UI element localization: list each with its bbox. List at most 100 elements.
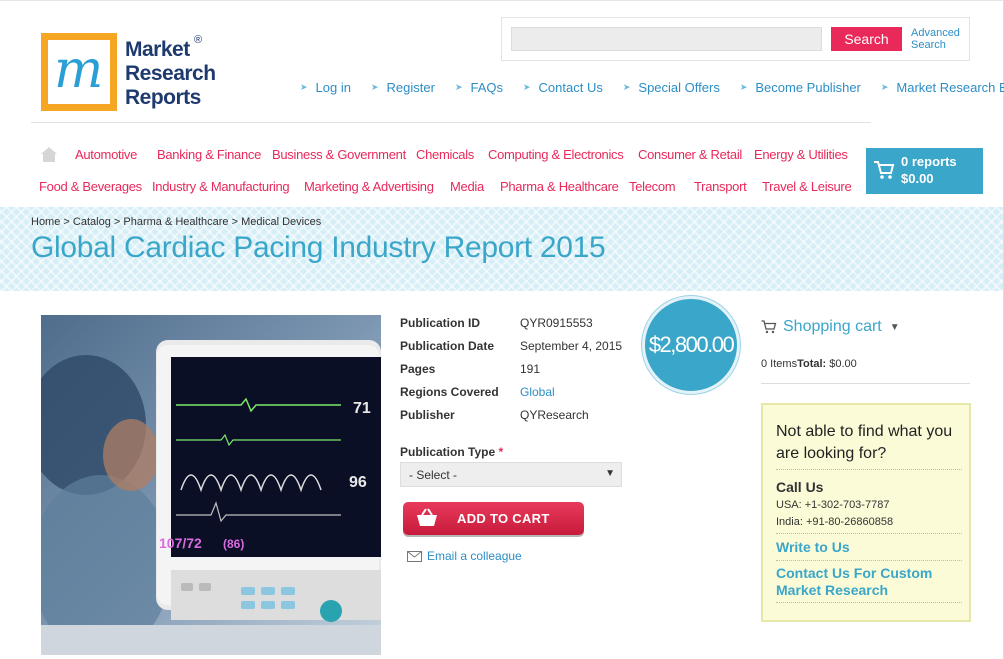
logo-mark: m (41, 33, 117, 111)
advanced-search-link[interactable]: Advanced Search (911, 27, 969, 51)
dropdown-arrow-icon: ▼ (605, 468, 615, 479)
register-link[interactable]: ➤ Register (371, 80, 435, 95)
divider (776, 602, 962, 603)
envelope-icon (407, 550, 422, 562)
detail-label: Publication Date (400, 339, 495, 353)
custom-research-link[interactable]: Contact Us For Custom Market Research (776, 565, 966, 599)
link-label: FAQs (470, 80, 503, 95)
breadcrumb-medical-devices[interactable]: Medical Devices (241, 216, 321, 228)
category-consumer-retail[interactable]: Consumer & Retail (638, 147, 742, 162)
arrow-icon: ➤ (880, 82, 889, 92)
search-button[interactable]: Search (831, 27, 902, 51)
arrow-icon: ➤ (523, 82, 531, 92)
detail-label: Pages (400, 362, 436, 376)
category-marketing-advertising[interactable]: Marketing & Advertising (304, 179, 434, 194)
product-image: 71 96 107/72 (86) (41, 315, 381, 655)
mini-cart[interactable]: 0 reports $0.00 (866, 148, 983, 194)
breadcrumb-home[interactable]: Home (31, 216, 60, 228)
cart-total-label: Total: (797, 358, 827, 370)
logo-wordmark: Market Research Reports (125, 38, 216, 110)
email-colleague-link[interactable]: Email a colleague (407, 549, 522, 563)
divider (761, 383, 970, 384)
detail-value: QYResearch (520, 408, 589, 422)
category-food-beverages[interactable]: Food & Beverages (39, 179, 142, 194)
help-box: Not able to find what you are looking fo… (761, 403, 971, 622)
cart-summary: 0 ItemsTotal: $0.00 (761, 358, 857, 370)
monitor-map: (86) (223, 537, 244, 551)
category-pharma-healthcare[interactable]: Pharma & Healthcare (500, 179, 619, 194)
mini-cart-count: 0 reports (901, 154, 957, 169)
chevron-down-icon: ▼ (889, 321, 900, 333)
breadcrumb-separator: > (63, 216, 70, 228)
publication-type-select[interactable]: - Select - ▼ (400, 462, 622, 487)
cart-icon (761, 320, 777, 334)
special-offers-link[interactable]: ➤ Special Offers (623, 80, 720, 95)
home-icon[interactable] (40, 146, 58, 163)
category-industry-manufacturing[interactable]: Industry & Manufacturing (152, 179, 290, 194)
cart-icon (874, 161, 895, 179)
logo-letter: m (54, 40, 104, 100)
breadcrumb-separator: > (113, 216, 121, 228)
link-label: Contact Us (538, 80, 603, 95)
header-divider (31, 122, 871, 123)
site-logo[interactable]: m Market Research Reports ® (41, 33, 221, 115)
category-business-government[interactable]: Business & Government (272, 147, 406, 162)
blog-link[interactable]: ➤ Market Research Blog (881, 80, 1004, 95)
detail-label: Publication ID (400, 316, 481, 330)
region-link[interactable]: Global (520, 385, 555, 399)
detail-value: 191 (520, 362, 541, 376)
cart-total-value: $0.00 (829, 358, 857, 370)
divider (776, 533, 962, 534)
faqs-link[interactable]: ➤ FAQs (455, 80, 503, 95)
become-publisher-link[interactable]: ➤ Become Publisher (740, 80, 861, 95)
category-automotive[interactable]: Automotive (75, 147, 137, 162)
basket-icon (417, 508, 437, 526)
cart-items-count: 0 Items (761, 358, 798, 370)
breadcrumb: Home > Catalog > Pharma & Healthcare > M… (31, 216, 321, 228)
category-computing-electronics[interactable]: Computing & Electronics (488, 147, 624, 162)
arrow-icon: ➤ (300, 82, 308, 92)
button-label: ADD TO CART (457, 511, 550, 526)
category-banking-finance[interactable]: Banking & Finance (157, 147, 261, 162)
select-value: - Select - (409, 468, 458, 482)
category-transport[interactable]: Transport (694, 179, 747, 194)
cart-title-text: Shopping cart (783, 318, 882, 335)
arrow-icon: ➤ (622, 82, 631, 92)
call-us-heading: Call Us (776, 479, 824, 495)
breadcrumb-pharma[interactable]: Pharma & Healthcare (123, 216, 228, 228)
shopping-cart-title[interactable]: Shopping cart ▼ (761, 318, 900, 336)
monitor-bp: 107/72 (159, 535, 202, 551)
monitor-heart-rate: 71 (353, 400, 371, 417)
help-question: Not able to find what you are looking fo… (776, 423, 953, 462)
breadcrumb-separator: > (231, 216, 239, 228)
breadcrumb-catalog[interactable]: Catalog (73, 216, 111, 228)
mini-cart-total: $0.00 (901, 171, 934, 186)
detail-value: September 4, 2015 (520, 339, 623, 353)
category-chemicals[interactable]: Chemicals (416, 147, 474, 162)
divider (776, 469, 962, 470)
required-mark: * (498, 445, 504, 459)
top-navigation: ➤ Log in ➤ Register ➤ FAQs ➤ Contact Us ➤ Spe… (300, 80, 1004, 95)
link-label: Email a colleague (427, 549, 522, 563)
phone-india: India: +91-80-26860858 (776, 516, 894, 528)
category-telecom[interactable]: Telecom (629, 179, 676, 194)
arrow-icon: ➤ (739, 82, 748, 92)
category-travel-leisure[interactable]: Travel & Leisure (762, 179, 852, 194)
link-label: Become Publisher (755, 80, 861, 95)
price-badge: $2,800.00 (642, 296, 740, 394)
category-media[interactable]: Media (450, 179, 484, 194)
add-to-cart-button[interactable]: ADD TO CART (403, 502, 584, 535)
divider (776, 560, 962, 561)
contact-us-link[interactable]: ➤ Contact Us (523, 80, 603, 95)
login-link[interactable]: ➤ Log in (300, 80, 351, 95)
search-input[interactable] (511, 27, 822, 51)
link-label: Market Research Blog (896, 80, 1004, 95)
category-energy-utilities[interactable]: Energy & Utilities (754, 147, 848, 162)
arrow-icon: ➤ (454, 82, 463, 92)
link-label: Special Offers (638, 80, 720, 95)
detail-value: QYR0915553 (520, 316, 593, 330)
page-title: Global Cardiac Pacing Industry Report 20… (31, 231, 606, 264)
search-box: Search Advanced Search (501, 17, 970, 61)
detail-label: Regions Covered (400, 385, 499, 399)
write-to-us-link[interactable]: Write to Us (776, 539, 966, 556)
